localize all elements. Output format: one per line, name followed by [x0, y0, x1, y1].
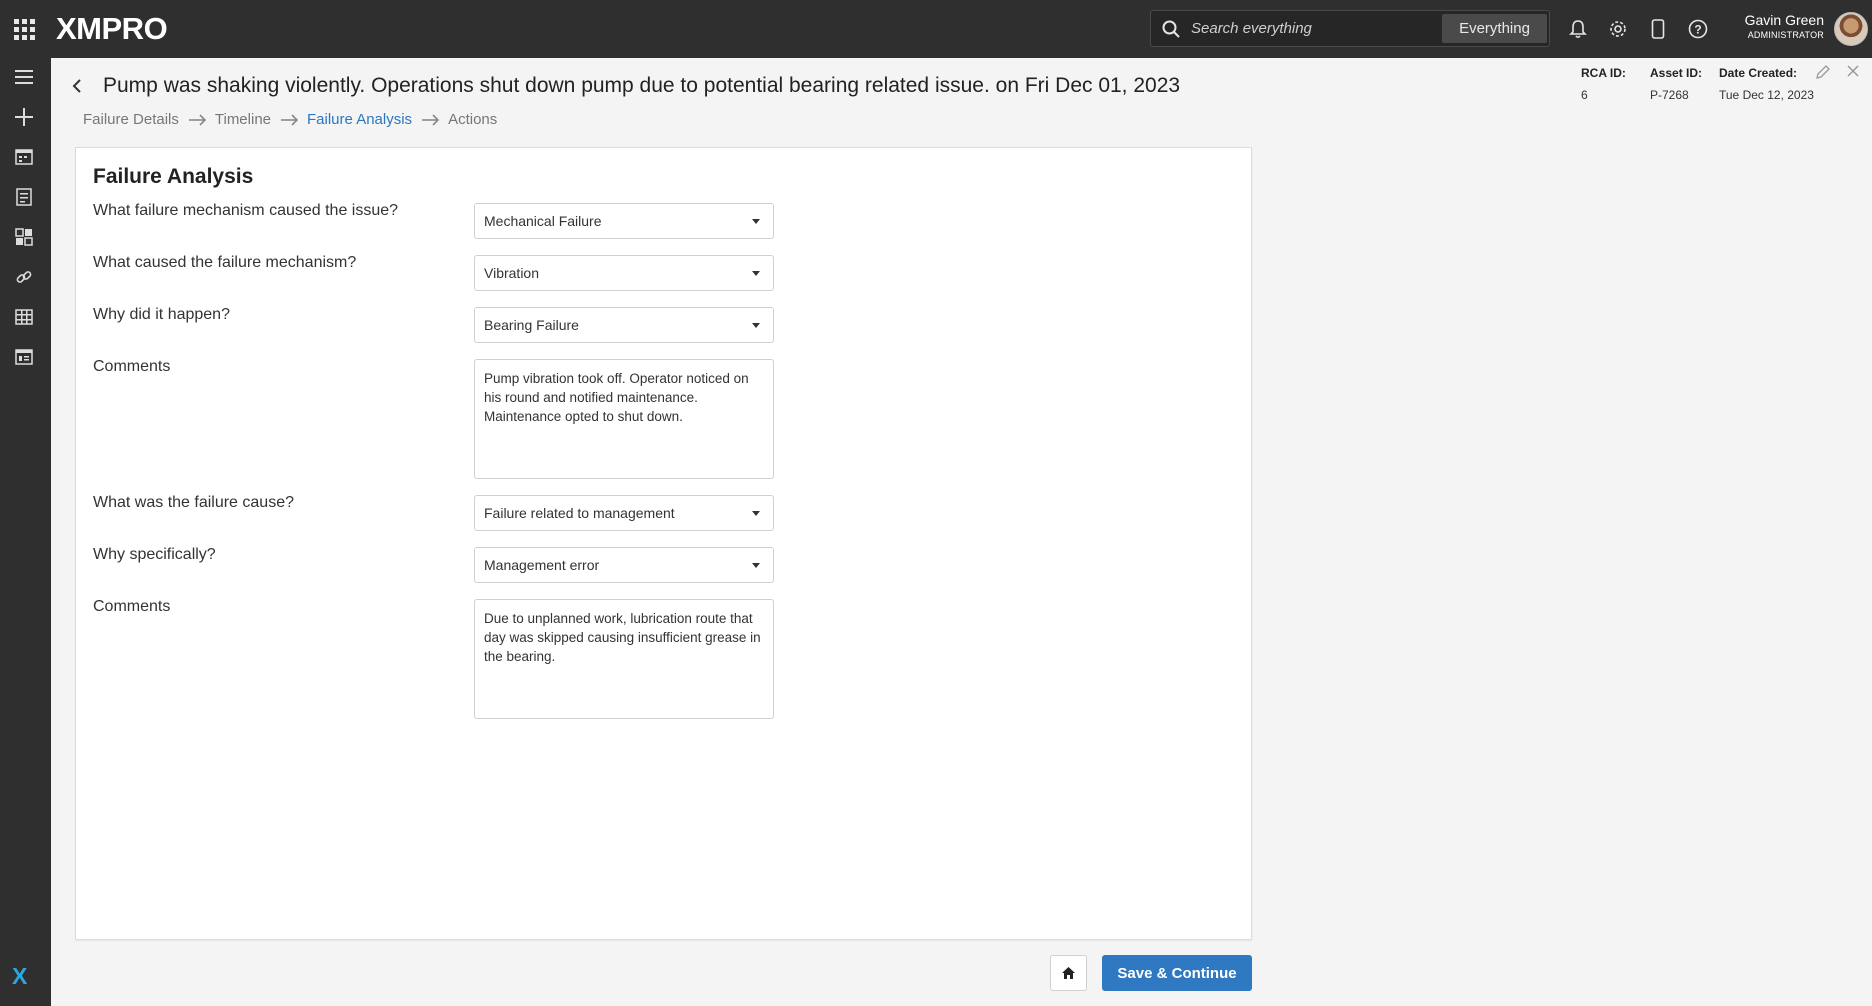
- comments-label: Comments: [93, 598, 171, 615]
- search-scope-dropdown[interactable]: Everything: [1442, 14, 1547, 43]
- bell-icon[interactable]: [1563, 14, 1593, 44]
- arrow-right-icon: [422, 113, 440, 126]
- user-info[interactable]: Gavin Green ADMINISTRATOR: [1728, 12, 1824, 40]
- asset-id-label: Asset ID:: [1650, 66, 1703, 80]
- back-chevron-icon[interactable]: [72, 76, 88, 96]
- save-continue-button[interactable]: Save & Continue: [1102, 955, 1252, 991]
- caret-down-icon: [752, 271, 760, 276]
- breadcrumb-actions[interactable]: Actions: [448, 111, 497, 128]
- breadcrumb: Failure Details Timeline Failure Analysi…: [83, 111, 497, 128]
- avatar[interactable]: [1834, 12, 1868, 46]
- failure-analysis-card: Failure Analysis What failure mechanism …: [75, 147, 1252, 940]
- date-created-value: Tue Dec 12, 2023: [1719, 88, 1814, 102]
- rca-id-value: 6: [1581, 88, 1588, 102]
- comments-textarea-1[interactable]: Pump vibration took off. Operator notice…: [474, 359, 774, 479]
- brand-x-icon[interactable]: X: [12, 963, 27, 990]
- search-box: Everything: [1150, 10, 1550, 47]
- why-specifically-select[interactable]: Management error: [474, 547, 774, 583]
- failure-mechanism-select[interactable]: Mechanical Failure: [474, 203, 774, 239]
- mechanism-cause-select[interactable]: Vibration: [474, 255, 774, 291]
- link-icon[interactable]: [0, 258, 48, 296]
- search-icon[interactable]: [1151, 10, 1191, 47]
- select-value: Bearing Failure: [484, 317, 579, 333]
- close-icon[interactable]: [1846, 64, 1860, 83]
- list-icon[interactable]: [0, 338, 48, 376]
- svg-text:?: ?: [1694, 23, 1701, 37]
- breadcrumb-failure-analysis[interactable]: Failure Analysis: [307, 111, 412, 128]
- asset-id-value: P-7268: [1650, 88, 1689, 102]
- failure-cause-select[interactable]: Failure related to management: [474, 495, 774, 531]
- home-icon: [1062, 967, 1075, 979]
- why-happen-select[interactable]: Bearing Failure: [474, 307, 774, 343]
- question-label: What failure mechanism caused the issue?: [93, 202, 399, 219]
- date-created-label: Date Created:: [1719, 66, 1798, 80]
- caret-down-icon: [752, 563, 760, 568]
- caret-down-icon: [752, 219, 760, 224]
- side-nav: X: [0, 58, 51, 1006]
- question-label: Why specifically?: [93, 546, 216, 563]
- select-value: Mechanical Failure: [484, 213, 602, 229]
- menu-icon[interactable]: [0, 58, 48, 96]
- select-value: Vibration: [484, 265, 540, 281]
- dashboard-icon[interactable]: [0, 218, 48, 256]
- app-grid-icon[interactable]: [0, 0, 48, 58]
- comments-textarea-2[interactable]: Due to unplanned work, lubrication route…: [474, 599, 774, 719]
- edit-pencil-icon[interactable]: [1815, 64, 1831, 85]
- date-created: Date Created: Tue Dec 12, 2023: [1719, 66, 1814, 102]
- question-label: Why did it happen?: [93, 306, 230, 323]
- calendar-icon[interactable]: [0, 138, 48, 176]
- question-label: What was the failure cause?: [93, 494, 294, 511]
- select-value: Management error: [484, 557, 600, 573]
- arrow-right-icon: [188, 113, 207, 126]
- user-role: ADMINISTRATOR: [1747, 30, 1824, 40]
- home-button[interactable]: [1050, 955, 1087, 991]
- table-icon[interactable]: [0, 298, 48, 336]
- caret-down-icon: [752, 511, 760, 516]
- arrow-right-icon: [281, 113, 299, 126]
- card-title: Failure Analysis: [93, 165, 254, 188]
- add-icon[interactable]: [0, 98, 48, 136]
- notes-icon[interactable]: [0, 178, 48, 216]
- caret-down-icon: [752, 323, 760, 328]
- breadcrumb-failure-details[interactable]: Failure Details: [83, 111, 179, 128]
- question-label: What caused the failure mechanism?: [93, 254, 357, 271]
- search-input[interactable]: [1191, 20, 1439, 37]
- help-icon[interactable]: ?: [1683, 14, 1713, 44]
- page-title: Pump was shaking violently. Operations s…: [103, 74, 1181, 97]
- comments-label: Comments: [93, 358, 171, 375]
- top-bar: XMPRO Everything ? Gavin Green ADMINISTR…: [0, 0, 1872, 58]
- app-logo[interactable]: XMPRO: [56, 11, 168, 47]
- user-name: Gavin Green: [1744, 12, 1824, 28]
- gear-icon[interactable]: [1603, 14, 1633, 44]
- breadcrumb-timeline[interactable]: Timeline: [215, 111, 271, 128]
- rca-id: RCA ID: 6: [1581, 66, 1626, 102]
- asset-id: Asset ID: P-7268: [1650, 66, 1702, 102]
- select-value: Failure related to management: [484, 505, 675, 521]
- rca-id-label: RCA ID:: [1581, 66, 1626, 80]
- mobile-icon[interactable]: [1643, 14, 1673, 44]
